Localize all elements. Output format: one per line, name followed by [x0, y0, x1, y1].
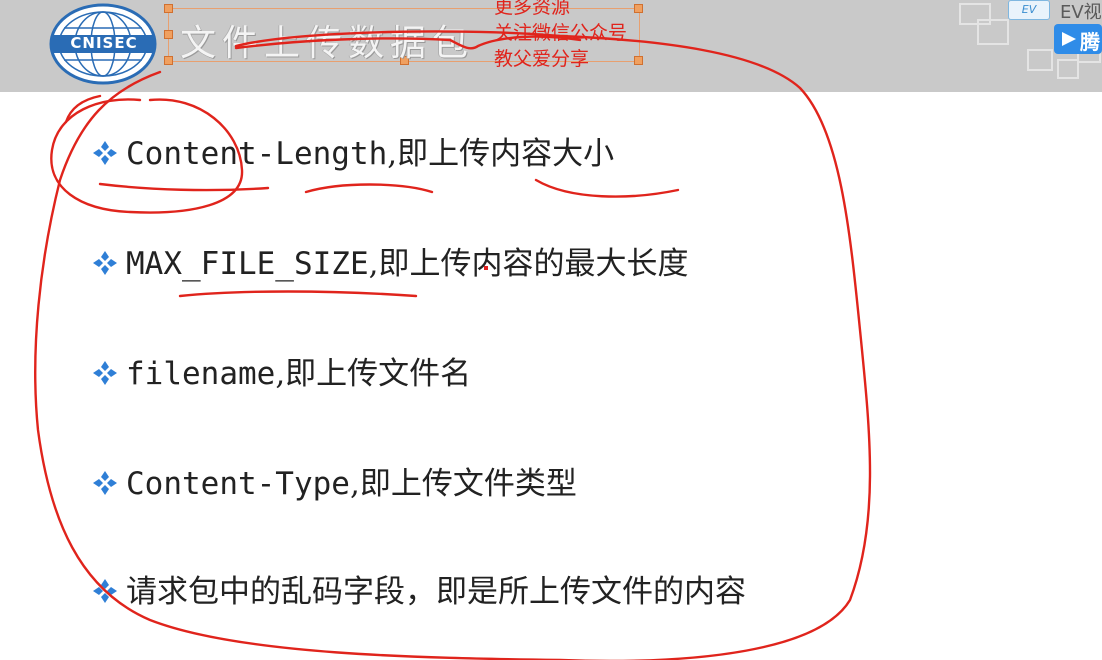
pen-stroke-underline [534, 178, 680, 198]
ev-play-label: 腾 [1080, 30, 1100, 54]
logo-text: CNISEC [70, 34, 138, 52]
overlay-line: 教父爱分享 [494, 48, 590, 70]
bullet-code: filename [126, 356, 276, 392]
diamond-bullet-icon [93, 251, 117, 275]
slide-title: 文件上传数据包 [180, 23, 475, 64]
resize-handle[interactable] [164, 30, 173, 39]
watermark-overlay: 更多资源 关注微信公众号 教父爱分享 [494, 0, 684, 72]
resize-handle[interactable] [164, 4, 173, 13]
bullet-item: MAX_FILE_SIZE,即上传内容的最大长度 [92, 238, 689, 284]
diamond-bullet-icon [93, 141, 117, 165]
bullet-desc: ,即上传文件类型 [349, 466, 577, 502]
bullet-desc: ,即上传内容的最大长度 [368, 246, 689, 282]
bullet-item: Content-Length,即上传内容大小 [92, 128, 614, 174]
bullet-desc: ,即上传文件名 [275, 356, 472, 392]
diamond-bullet-icon [93, 361, 117, 385]
pen-annotation-layer [34, 30, 872, 660]
bullet-item: 请求包中的乱码字段，即是所上传文件的内容 [92, 566, 746, 612]
pen-stroke-underline [304, 183, 434, 194]
overlay-line: 关注微信公众号 [494, 22, 628, 44]
bullet-code: Content-Length [126, 136, 388, 172]
bullet-desc: 请求包中的乱码字段，即是所上传文件的内容 [126, 574, 746, 610]
bullet-desc: ,即上传内容大小 [387, 136, 615, 172]
bullet-code: Content-Type [126, 466, 350, 502]
pen-stroke-underline [178, 290, 418, 298]
annotation-dot [484, 266, 488, 270]
pen-stroke-circle-tail [64, 94, 102, 124]
bullet-item: filename,即上传文件名 [92, 348, 471, 394]
bullet-code: MAX_FILE_SIZE [126, 246, 369, 282]
resize-handle[interactable] [164, 56, 173, 65]
bullet-item: Content-Type,即上传文件类型 [92, 458, 577, 504]
ev-badge: EV [1008, 0, 1050, 20]
diamond-bullet-icon [93, 579, 117, 603]
diamond-bullet-icon [93, 471, 117, 495]
ev-label: EV视 [1060, 2, 1102, 23]
pen-stroke-underline [98, 182, 270, 192]
overlay-line: 更多资源 [494, 0, 571, 18]
